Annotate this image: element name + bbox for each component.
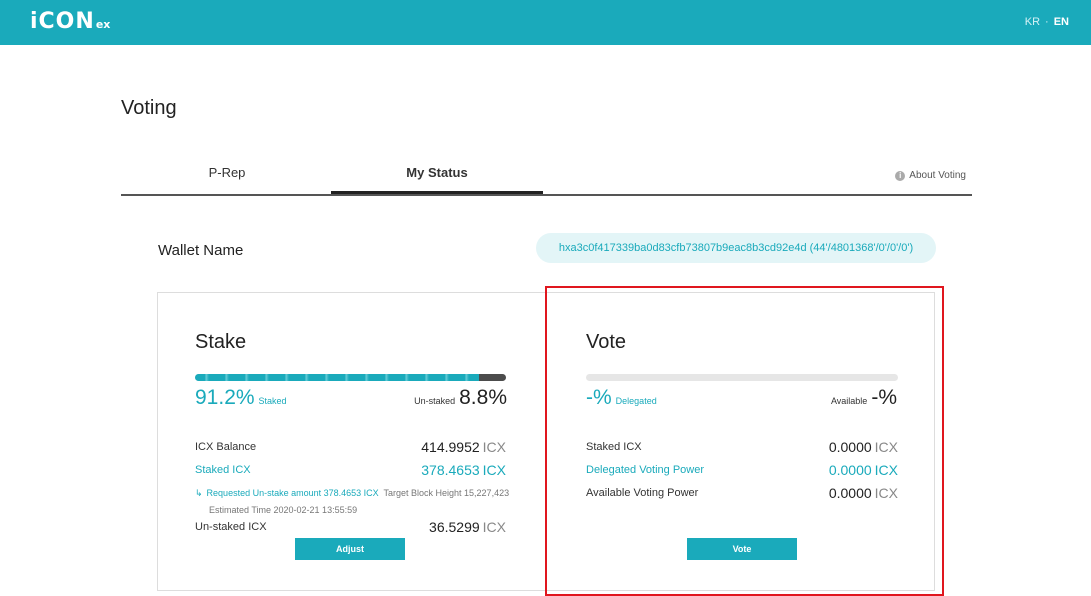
tab-p-rep[interactable]: P-Rep	[121, 160, 333, 194]
iconex-logo[interactable]: iCONex	[30, 9, 110, 34]
stake-progress-bar	[195, 374, 506, 381]
unstaked-icx-value: 36.5299 ICX	[429, 519, 506, 535]
info-icon: i	[895, 170, 906, 181]
unstaked-icx-label: Un-staked ICX	[195, 521, 267, 533]
logo-text: iCON	[30, 9, 95, 34]
logo-sub: ex	[95, 18, 111, 31]
return-arrow-icon: ↳	[195, 488, 203, 498]
lang-kr[interactable]: KR	[1025, 16, 1040, 28]
unstake-progress-fill	[478, 374, 506, 381]
stake-card: Stake 91.2% Staked Un-staked 8.8% ICX Bala…	[157, 292, 545, 591]
wallet-name-label: Wallet Name	[158, 242, 244, 259]
icx-balance-value: 414.9952 ICX	[421, 439, 506, 455]
icx-balance-label: ICX Balance	[195, 441, 257, 453]
staked-icx-amount: 378.4653	[421, 462, 480, 478]
icx-unit: ICX	[482, 462, 506, 478]
language-switch: KR · EN	[1025, 16, 1069, 28]
target-block-height: Target Block Height 15,227,423	[383, 488, 510, 498]
requested-unstake-amount: Requested Un-stake amount 378.4653 ICX	[206, 488, 379, 498]
adjust-button[interactable]: Adjust	[295, 538, 405, 560]
stake-title: Stake	[195, 331, 247, 353]
unstaked-icx-row: Un-staked ICX 36.5299 ICX	[195, 519, 506, 537]
lang-separator: ·	[1045, 16, 1049, 28]
tab-my-status[interactable]: My Status	[331, 160, 543, 194]
staked-label: Staked	[258, 396, 287, 406]
icx-unit: ICX	[482, 439, 506, 455]
icx-balance-row: ICX Balance 414.9952 ICX	[195, 439, 506, 457]
about-voting-link[interactable]: i About Voting	[895, 170, 966, 181]
icx-unit: ICX	[482, 519, 506, 535]
estimated-time: Estimated Time 2020-02-21 13:55:59	[209, 505, 358, 515]
unstaked-label: Un-staked	[414, 396, 456, 406]
tab-bar: P-Rep My Status i About Voting	[121, 160, 972, 196]
lang-en[interactable]: EN	[1054, 16, 1069, 28]
wallet-address: hxa3c0f417339ba0d83cfb73807b9eac8b3cd92e…	[536, 233, 936, 263]
staked-percent: 91.2% Staked	[195, 386, 287, 410]
unstake-request-info: ↳ Requested Un-stake amount 378.4653 ICX …	[195, 488, 509, 515]
staked-icx-value: 378.4653 ICX	[421, 462, 506, 478]
unstaked-icx-amount: 36.5299	[429, 519, 480, 535]
top-bar: iCONex KR · EN	[0, 0, 1091, 45]
page-title: Voting	[121, 97, 177, 119]
icx-balance-amount: 414.9952	[421, 439, 480, 455]
staked-icx-label: Staked ICX	[195, 464, 251, 476]
unstaked-percent-value: 8.8%	[459, 386, 507, 409]
highlight-box	[545, 286, 944, 596]
unstaked-percent: Un-staked 8.8%	[414, 386, 507, 410]
staked-percent-value: 91.2%	[195, 386, 255, 409]
staked-icx-row: Staked ICX 378.4653 ICX	[195, 462, 506, 480]
about-voting-label: About Voting	[909, 170, 966, 181]
stake-progress-fill	[195, 374, 479, 381]
